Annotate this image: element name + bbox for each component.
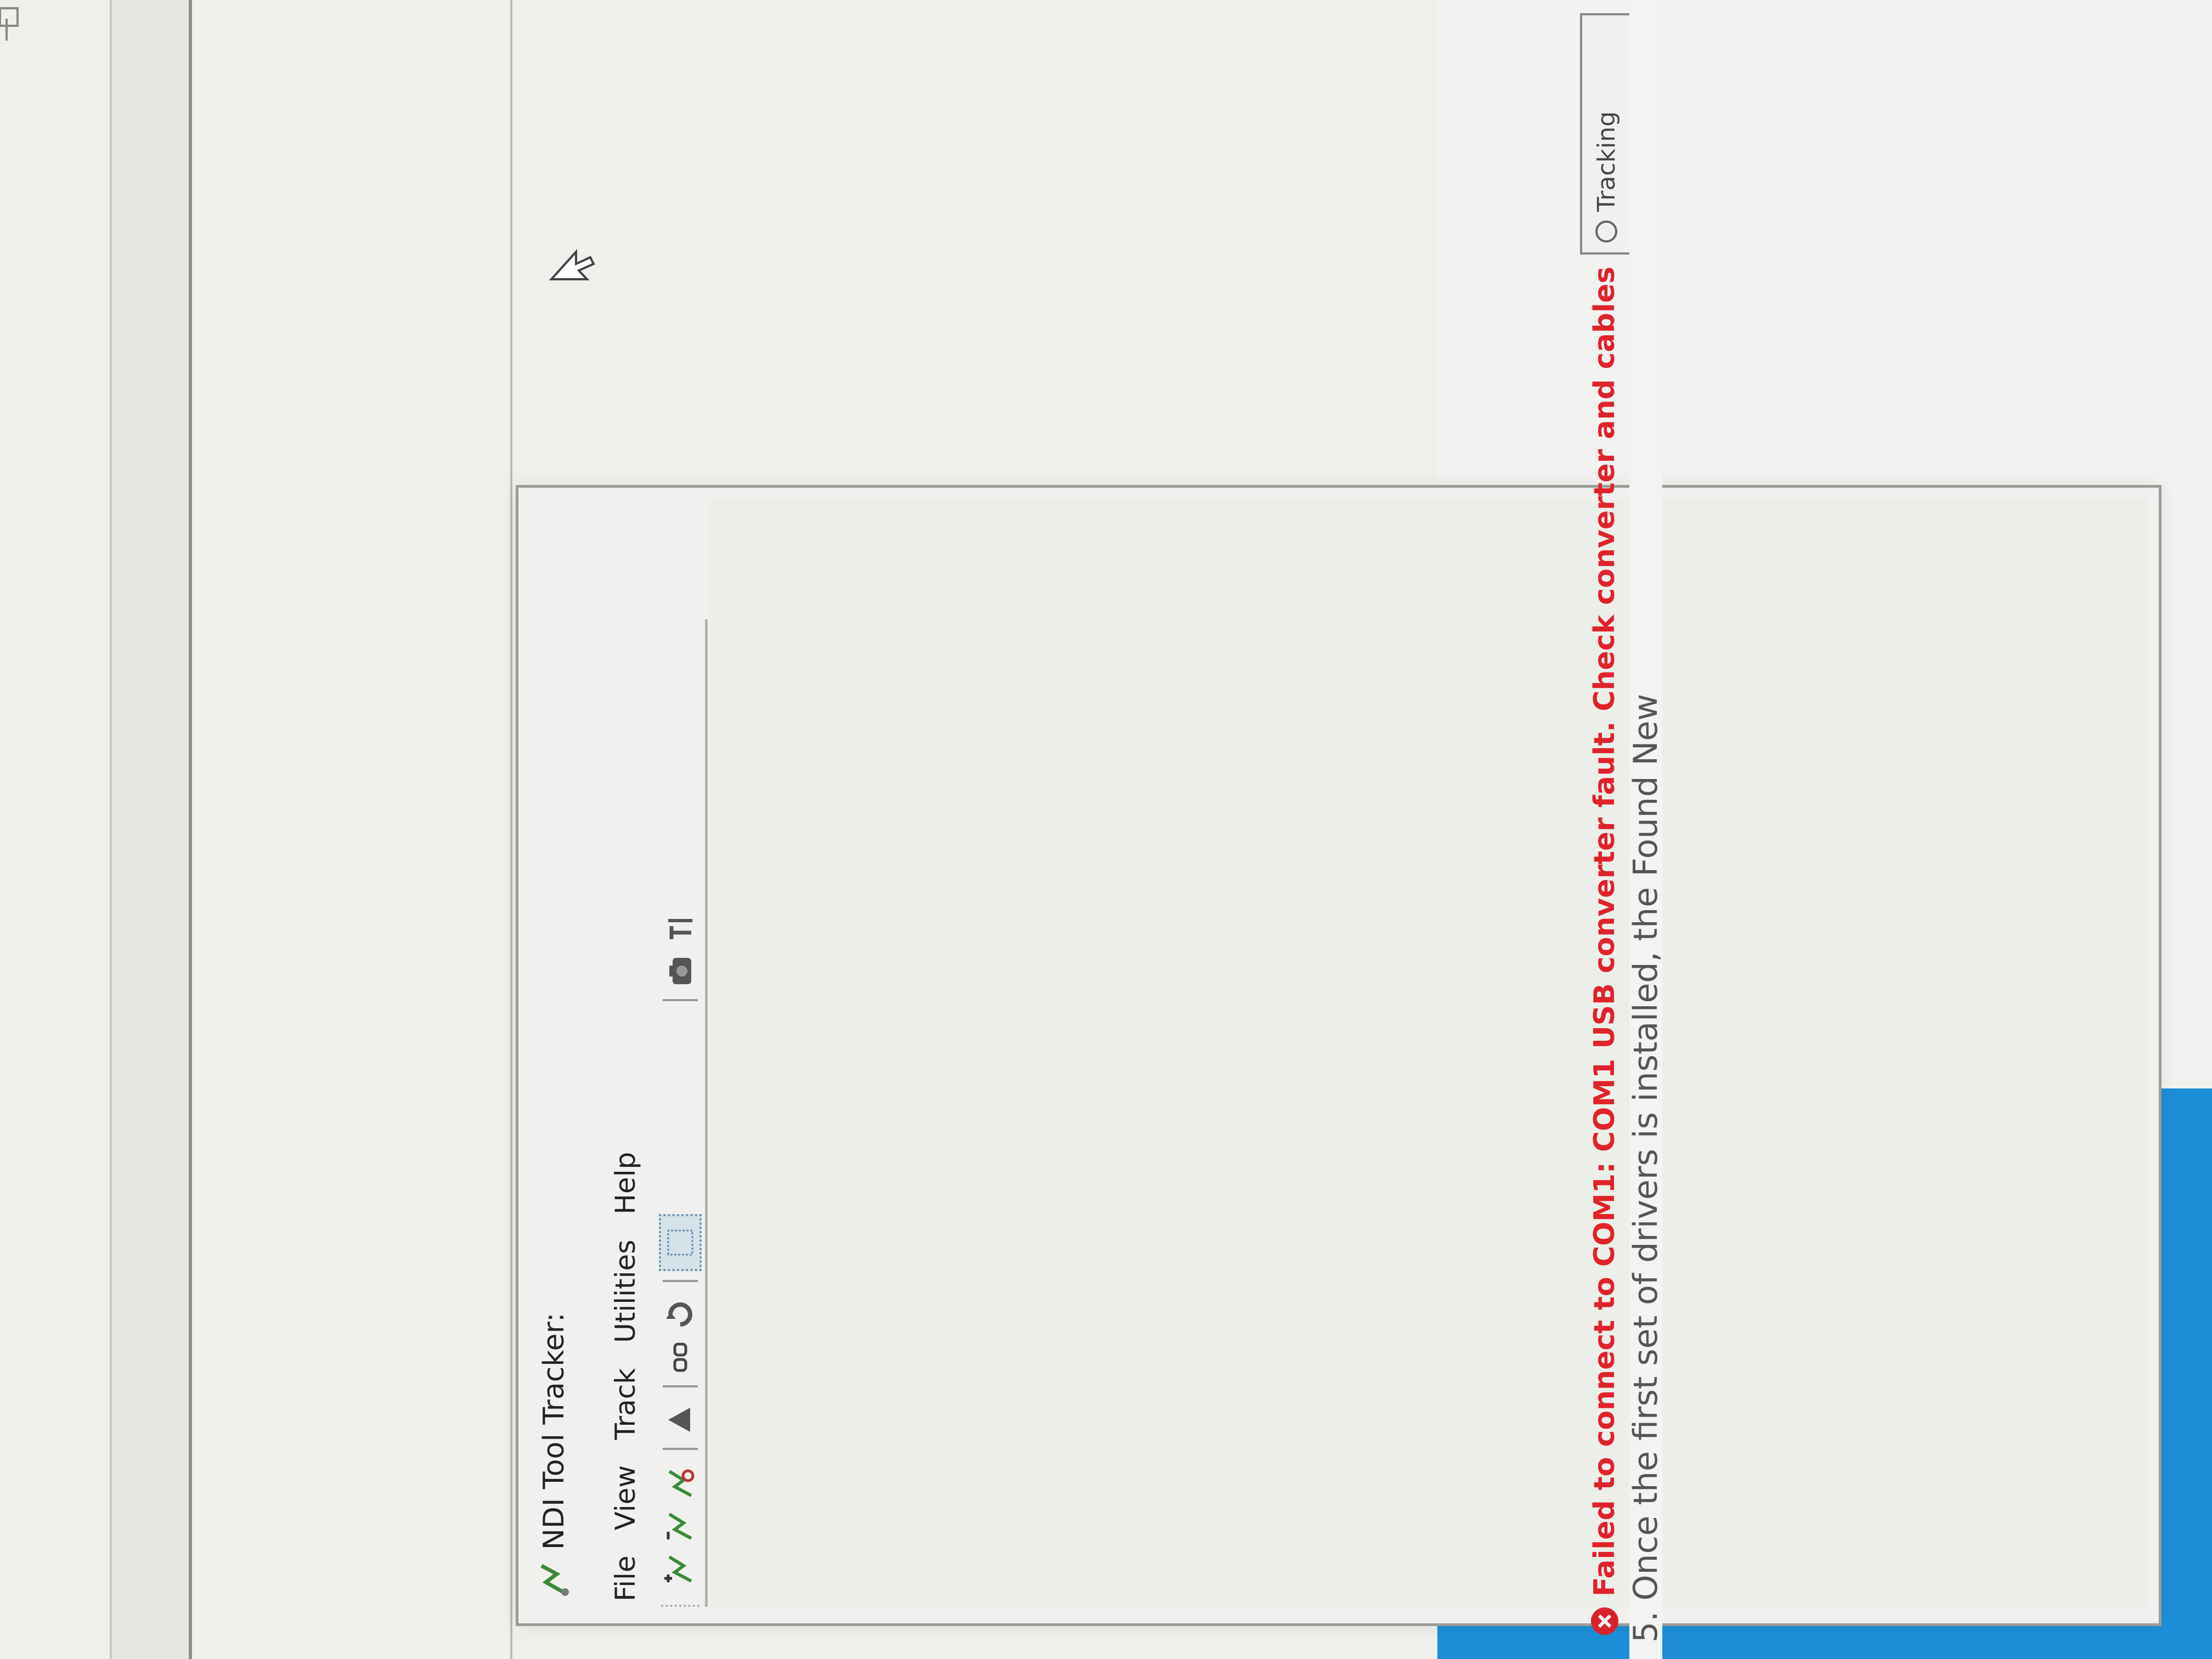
toolbar-separator bbox=[663, 1385, 698, 1387]
camera-icon[interactable] bbox=[661, 952, 699, 990]
ndi-tool-tracker-window: NDI Tool Tracker: File View Track Utilit… bbox=[516, 249, 2162, 1626]
remove-tool-icon[interactable] bbox=[661, 1506, 699, 1544]
menu-help[interactable]: Help bbox=[610, 1152, 641, 1215]
grid-view-icon[interactable] bbox=[659, 1214, 702, 1271]
tracking-label: Tracking bbox=[1592, 111, 1621, 212]
toolbar-separator bbox=[663, 1280, 698, 1282]
menu-view[interactable]: View bbox=[610, 1465, 641, 1531]
screen: NDI Tool Tracker: File View Track Utilit… bbox=[0, 0, 2212, 1659]
mouse-cursor-icon bbox=[549, 241, 600, 285]
window-title: NDI Tool Tracker: bbox=[538, 1312, 571, 1550]
toolbar-grip[interactable] bbox=[661, 1598, 699, 1607]
start-tracking-icon[interactable] bbox=[661, 1401, 699, 1439]
add-tool-icon[interactable] bbox=[661, 1549, 699, 1587]
tool-settings-icon[interactable] bbox=[661, 909, 699, 947]
tool-properties-icon[interactable] bbox=[661, 1463, 699, 1502]
title-bar[interactable]: NDI Tool Tracker: bbox=[518, 488, 590, 1623]
toolbar bbox=[656, 619, 708, 1607]
menu-file[interactable]: File bbox=[610, 1555, 641, 1601]
menu-utilities[interactable]: Utilities bbox=[610, 1240, 641, 1343]
tracking-view-area[interactable] bbox=[710, 499, 2148, 1607]
link-icon[interactable] bbox=[661, 1338, 699, 1376]
tracking-indicator: Tracking bbox=[1580, 13, 1633, 255]
background-document-text: 5. Once the first set of drivers is inst… bbox=[1629, 0, 1662, 1659]
ndi-tool-tracker-icon bbox=[532, 1558, 576, 1601]
menu-bar: File View Track Utilities Help bbox=[601, 488, 650, 1623]
reset-icon[interactable] bbox=[661, 1295, 699, 1334]
toolbar-separator bbox=[663, 999, 698, 1001]
toolbar-separator bbox=[663, 1448, 698, 1450]
tracking-radio[interactable] bbox=[1595, 221, 1617, 242]
background-window-divider bbox=[510, 0, 512, 1659]
status-bar: Failed to connect to COM1: COM1 USB conv… bbox=[1580, 0, 1633, 1659]
menu-track[interactable]: Track bbox=[610, 1368, 641, 1440]
rotated-display: NDI Tool Tracker: File View Track Utilit… bbox=[0, 0, 2212, 1659]
error-icon bbox=[1589, 1605, 1621, 1637]
background-maximize-icon[interactable] bbox=[0, 7, 19, 27]
background-window-toolbar bbox=[110, 0, 192, 1659]
status-error-message: Failed to connect to COM1: COM1 USB conv… bbox=[1588, 266, 1621, 1596]
